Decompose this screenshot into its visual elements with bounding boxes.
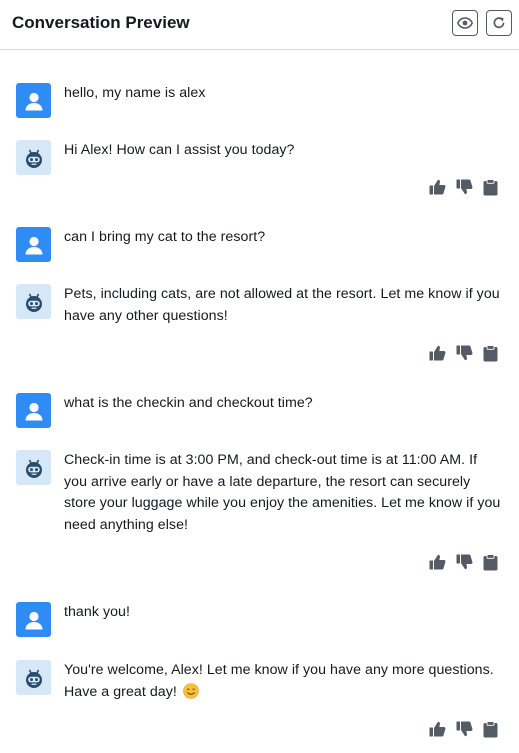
thumbs-down-button[interactable]: [455, 344, 473, 362]
user-icon: [25, 611, 42, 629]
header: Conversation Preview: [0, 0, 519, 50]
clipboard-icon: [483, 344, 497, 361]
thumbs-up-icon: [429, 345, 445, 361]
thumbs-up-icon: [429, 721, 445, 737]
user-icon: [25, 236, 42, 254]
refresh-icon: [493, 17, 505, 29]
message-text: Pets, including cats, are not allowed at…: [64, 286, 500, 324]
thumbs-up-button[interactable]: [428, 178, 446, 196]
feedback-actions: [428, 344, 508, 362]
message-text: can I bring my cat to the resort?: [64, 229, 266, 245]
message-text: thank you!: [64, 604, 130, 620]
thumbs-up-icon: [429, 554, 445, 570]
bot-avatar: [16, 140, 51, 175]
thumbs-up-button[interactable]: [428, 344, 446, 362]
refresh-button[interactable]: [486, 10, 512, 36]
robot-icon: [25, 293, 42, 312]
copy-button[interactable]: [481, 178, 499, 196]
user-avatar: [16, 83, 51, 118]
smiling-face-emoji: [183, 682, 199, 699]
message-text-content: You're welcome, Alex! Let me know if you…: [64, 662, 494, 700]
thumbs-down-icon: [456, 721, 472, 737]
clipboard-icon: [483, 178, 497, 195]
message-text: You're welcome, Alex! Let me know if you…: [64, 660, 504, 703]
user-icon: [25, 402, 42, 420]
bot-avatar: [16, 450, 51, 485]
message-list: hello, my name is alex Hi Alex! How can …: [0, 51, 519, 753]
user-icon: [25, 92, 42, 110]
page-title: Conversation Preview: [12, 13, 190, 32]
robot-icon: [25, 459, 42, 478]
thumbs-down-icon: [456, 554, 472, 570]
thumbs-up-button[interactable]: [428, 553, 446, 571]
user-avatar: [16, 393, 51, 428]
thumbs-up-button[interactable]: [428, 720, 446, 738]
thumbs-up-icon: [429, 179, 445, 195]
robot-icon: [25, 149, 42, 168]
bot-avatar: [16, 284, 51, 319]
thumbs-down-icon: [456, 345, 472, 361]
copy-button[interactable]: [481, 720, 499, 738]
thumbs-down-button[interactable]: [455, 720, 473, 738]
message-text: Check-in time is at 3:00 PM, and check-o…: [64, 452, 501, 533]
message-text: hello, my name is alex: [64, 85, 206, 101]
eye-icon: [457, 17, 473, 29]
message-text: what is the checkin and checkout time?: [64, 395, 313, 411]
thumbs-down-button[interactable]: [455, 553, 473, 571]
feedback-actions: [428, 178, 508, 196]
clipboard-icon: [483, 553, 497, 570]
copy-button[interactable]: [481, 344, 499, 362]
robot-icon: [25, 669, 42, 688]
user-avatar: [16, 602, 51, 637]
feedback-actions: [428, 553, 508, 571]
clipboard-icon: [483, 720, 497, 737]
copy-button[interactable]: [481, 553, 499, 571]
bot-avatar: [16, 660, 51, 695]
thumbs-down-icon: [456, 179, 472, 195]
conversation-preview-panel: Conversation Preview hello, my name is a…: [0, 0, 519, 753]
message-text: Hi Alex! How can I assist you today?: [64, 142, 295, 158]
view-button[interactable]: [452, 10, 478, 36]
thumbs-down-button[interactable]: [455, 178, 473, 196]
user-avatar: [16, 227, 51, 262]
feedback-actions: [428, 720, 508, 738]
